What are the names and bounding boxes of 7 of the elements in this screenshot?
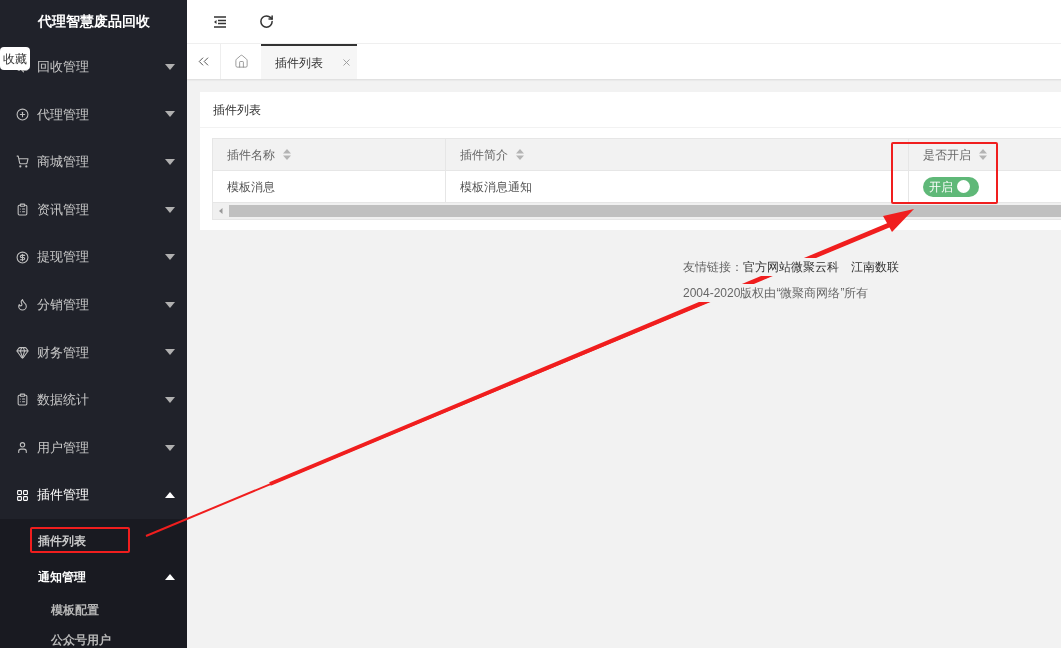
table-cell: 模板消息通知 bbox=[446, 171, 909, 202]
card-title: 插件列表 bbox=[213, 101, 261, 119]
copyright-text: 2004-2020版权由“微聚商网络”所有 bbox=[683, 284, 869, 302]
links-label: 友情链接： bbox=[683, 259, 743, 276]
table-cell: 模板消息 bbox=[213, 171, 446, 202]
app-title: 代理智慧废品回收 bbox=[37, 12, 150, 31]
tooltip: 收藏 bbox=[0, 47, 30, 70]
